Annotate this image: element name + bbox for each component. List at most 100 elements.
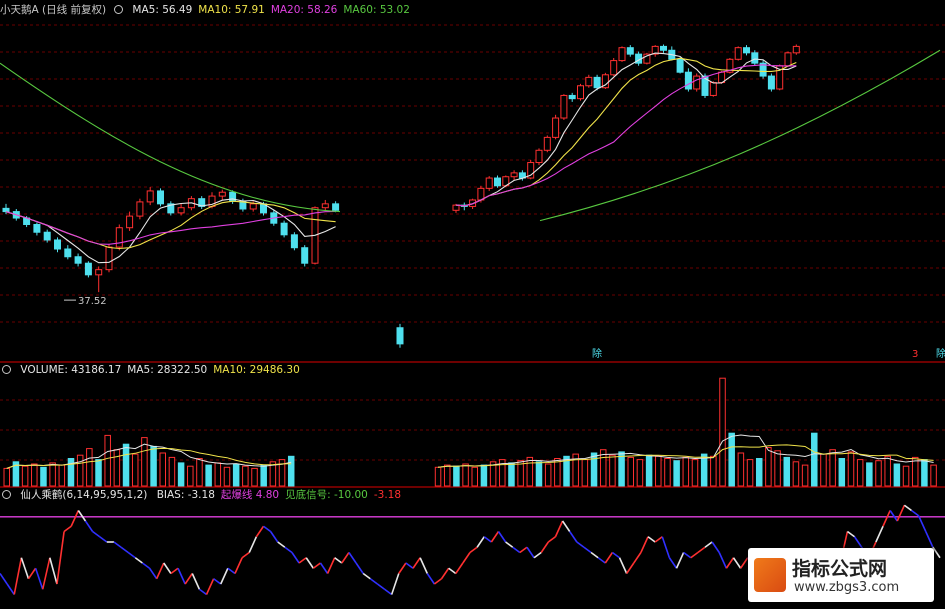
candle-body <box>477 187 485 201</box>
settings-icon[interactable] <box>2 365 11 374</box>
bias-segment <box>426 573 436 585</box>
volume-bar <box>21 465 29 487</box>
volume-bar <box>260 464 267 487</box>
watermark-url: www.zbgs3.com <box>794 580 900 595</box>
candle-body <box>43 231 51 241</box>
bias-indicator-1: BIAS: -3.18 <box>156 489 215 501</box>
bias-segment <box>248 536 258 553</box>
candle-body <box>577 85 584 100</box>
bias-segment <box>398 562 407 574</box>
volume-bar <box>627 456 635 487</box>
candle-body <box>494 177 501 187</box>
bias-segment <box>526 546 535 559</box>
bias-segment <box>661 536 671 559</box>
candle-body <box>177 207 185 214</box>
ex-dividend-marker: 除 <box>592 347 602 360</box>
bias-segment <box>384 588 393 596</box>
bias-segment <box>875 525 884 543</box>
bias-segment <box>626 562 635 574</box>
volume-indicator-1: MA5: 28322.50 <box>127 364 208 376</box>
candle-body <box>290 234 298 249</box>
bias-segment <box>576 541 585 548</box>
candle-body <box>751 52 759 64</box>
settings-icon[interactable] <box>114 5 124 14</box>
bias-segment <box>561 520 571 532</box>
bias-segment <box>704 541 713 548</box>
volume-indicator-values: VOLUME: 43186.17 MA5: 28322.50 MA10: 29486… <box>20 364 305 376</box>
settings-icon[interactable] <box>2 490 11 499</box>
bias-segment <box>369 578 378 585</box>
main-indicator-values: MA5: 56.49 MA10: 57.91 MA20: 58.26 MA60: 53… <box>132 4 416 16</box>
volume-bar <box>737 452 745 487</box>
candle-body <box>593 76 601 89</box>
candle-body <box>95 269 103 276</box>
volume-panel-header: VOLUME: 43186.17 MA5: 28322.50 MA10: 29486… <box>0 363 312 377</box>
bias-segment <box>618 557 628 574</box>
volume-bar <box>113 449 121 487</box>
bias-segment <box>348 552 357 564</box>
volume-bar <box>755 458 763 487</box>
bias-segment <box>298 557 307 564</box>
candle-body <box>709 82 717 96</box>
candle-body <box>2 207 10 213</box>
volume-bar <box>40 466 47 487</box>
bias-segment <box>77 510 87 522</box>
candle-body <box>585 76 593 87</box>
bias-segment <box>99 536 108 543</box>
price-candles <box>2 44 800 348</box>
volume-bar <box>31 463 38 487</box>
volume-bars <box>3 377 937 487</box>
bias-segment <box>718 552 728 569</box>
bias-segment <box>362 572 371 580</box>
volume-indicator-2: MA10: 29486.30 <box>213 364 300 376</box>
volume-bar <box>251 467 258 487</box>
bias-indicator-values: 仙人乘鹤(6,14,95,95,1,2) BIAS: -3.18 起爆线 4.80… <box>20 489 407 501</box>
candle-body <box>568 94 576 100</box>
volume-bar <box>122 443 130 487</box>
bias-segment <box>448 567 457 575</box>
candle-body <box>618 47 626 62</box>
candle-body <box>552 117 560 138</box>
bias-segment <box>853 536 863 548</box>
candle-body <box>105 246 113 271</box>
bias-segment <box>92 530 101 538</box>
volume-bar <box>700 453 708 487</box>
stock-title: 小天鹅A (日线 前复权) <box>0 4 107 16</box>
bias-segment <box>540 541 549 553</box>
volume-bar <box>214 462 222 487</box>
bias-segment <box>334 557 343 564</box>
candle-body <box>301 247 309 264</box>
bias-segment <box>141 562 151 569</box>
bias-segment <box>711 541 720 553</box>
bias-segment <box>533 551 542 559</box>
candle-body <box>452 204 460 211</box>
volume-bar <box>792 461 800 487</box>
volume-bar <box>884 455 891 487</box>
bias-segment <box>519 546 528 554</box>
main-indicator-3: MA60: 53.02 <box>343 4 410 16</box>
volume-bar <box>86 448 93 487</box>
bias-segment <box>155 562 165 580</box>
candle-body <box>115 227 123 248</box>
bias-segment <box>497 531 507 543</box>
bias-segment <box>690 551 699 559</box>
candle-body <box>33 223 41 233</box>
volume-bar <box>104 434 111 487</box>
candle-body <box>229 191 237 202</box>
watermark: 指标公式网 www.zbgs3.com <box>748 548 934 602</box>
bias-segment <box>405 562 414 569</box>
volume-bar <box>242 465 249 487</box>
bias-segment <box>390 573 400 595</box>
candle-body <box>74 256 82 264</box>
bias-segment <box>554 520 564 538</box>
candle-body <box>543 136 551 151</box>
volume-bar <box>196 458 203 487</box>
volume-bar <box>471 466 479 487</box>
bias-segment <box>376 583 386 590</box>
bias-segment <box>341 552 350 564</box>
main-indicator-1: MA10: 57.91 <box>198 4 265 16</box>
bias-segment <box>882 510 891 527</box>
volume-bar <box>719 377 726 487</box>
volume-bar <box>636 459 644 487</box>
bias-segment <box>6 583 15 595</box>
